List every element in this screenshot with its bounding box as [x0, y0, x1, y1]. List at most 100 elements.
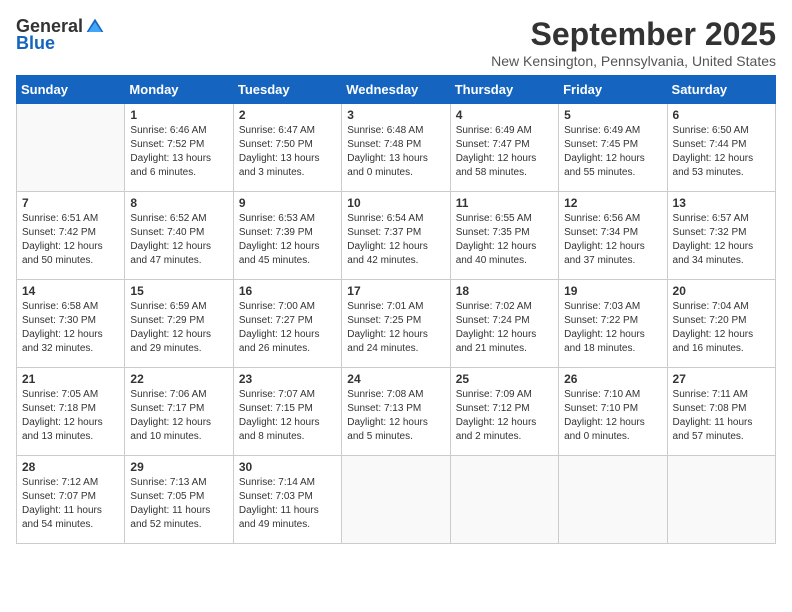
- day-number: 15: [130, 284, 227, 298]
- logo: General Blue: [16, 16, 105, 54]
- day-info: Sunrise: 6:51 AMSunset: 7:42 PMDaylight:…: [22, 212, 119, 268]
- day-number: 23: [239, 372, 336, 386]
- calendar-cell: 6 Sunrise: 6:50 AMSunset: 7:44 PMDaylight…: [667, 104, 775, 192]
- day-number: 10: [347, 196, 444, 210]
- title-area: September 2025 New Kensington, Pennsylva…: [491, 16, 776, 69]
- day-number: 13: [673, 196, 770, 210]
- day-info: Sunrise: 6:54 AMSunset: 7:37 PMDaylight:…: [347, 212, 444, 268]
- calendar-week-0: 1 Sunrise: 6:46 AMSunset: 7:52 PMDaylight…: [17, 104, 776, 192]
- day-number: 14: [22, 284, 119, 298]
- calendar-cell: 9 Sunrise: 6:53 AMSunset: 7:39 PMDaylight…: [233, 192, 341, 280]
- calendar-week-1: 7 Sunrise: 6:51 AMSunset: 7:42 PMDaylight…: [17, 192, 776, 280]
- calendar-cell: 30 Sunrise: 7:14 AMSunset: 7:03 PMDayligh…: [233, 456, 341, 544]
- day-info: Sunrise: 6:58 AMSunset: 7:30 PMDaylight:…: [22, 300, 119, 356]
- day-number: 6: [673, 108, 770, 122]
- day-number: 17: [347, 284, 444, 298]
- header-day-friday: Friday: [559, 76, 667, 104]
- day-info: Sunrise: 7:11 AMSunset: 7:08 PMDaylight:…: [673, 388, 770, 444]
- calendar-cell: 7 Sunrise: 6:51 AMSunset: 7:42 PMDaylight…: [17, 192, 125, 280]
- day-info: Sunrise: 7:09 AMSunset: 7:12 PMDaylight:…: [456, 388, 553, 444]
- calendar-week-2: 14 Sunrise: 6:58 AMSunset: 7:30 PMDayligh…: [17, 280, 776, 368]
- day-number: 30: [239, 460, 336, 474]
- calendar-cell: 28 Sunrise: 7:12 AMSunset: 7:07 PMDayligh…: [17, 456, 125, 544]
- day-number: 12: [564, 196, 661, 210]
- day-info: Sunrise: 7:13 AMSunset: 7:05 PMDaylight:…: [130, 476, 227, 532]
- calendar-cell: 1 Sunrise: 6:46 AMSunset: 7:52 PMDaylight…: [125, 104, 233, 192]
- day-number: 21: [22, 372, 119, 386]
- header-day-tuesday: Tuesday: [233, 76, 341, 104]
- logo-icon: [85, 17, 105, 37]
- calendar-cell: 8 Sunrise: 6:52 AMSunset: 7:40 PMDaylight…: [125, 192, 233, 280]
- calendar-cell: 15 Sunrise: 6:59 AMSunset: 7:29 PMDayligh…: [125, 280, 233, 368]
- header-day-monday: Monday: [125, 76, 233, 104]
- page-header: General Blue September 2025 New Kensingt…: [16, 16, 776, 69]
- day-info: Sunrise: 7:10 AMSunset: 7:10 PMDaylight:…: [564, 388, 661, 444]
- day-info: Sunrise: 7:12 AMSunset: 7:07 PMDaylight:…: [22, 476, 119, 532]
- day-info: Sunrise: 6:52 AMSunset: 7:40 PMDaylight:…: [130, 212, 227, 268]
- day-number: 3: [347, 108, 444, 122]
- day-info: Sunrise: 7:06 AMSunset: 7:17 PMDaylight:…: [130, 388, 227, 444]
- day-info: Sunrise: 7:03 AMSunset: 7:22 PMDaylight:…: [564, 300, 661, 356]
- calendar-cell: 20Sunrise: 7:04 AMSunset: 7:20 PMDayligh…: [667, 280, 775, 368]
- day-number: 22: [130, 372, 227, 386]
- header-day-thursday: Thursday: [450, 76, 558, 104]
- calendar-cell: [559, 456, 667, 544]
- calendar-cell: 12 Sunrise: 6:56 AMSunset: 7:34 PMDayligh…: [559, 192, 667, 280]
- month-title: September 2025: [491, 16, 776, 53]
- day-number: 26: [564, 372, 661, 386]
- calendar-cell: 11Sunrise: 6:55 AMSunset: 7:35 PMDayligh…: [450, 192, 558, 280]
- calendar-table: SundayMondayTuesdayWednesdayThursdayFrid…: [16, 75, 776, 544]
- day-info: Sunrise: 6:56 AMSunset: 7:34 PMDaylight:…: [564, 212, 661, 268]
- day-number: 28: [22, 460, 119, 474]
- header-day-sunday: Sunday: [17, 76, 125, 104]
- day-number: 1: [130, 108, 227, 122]
- calendar-cell: 13 Sunrise: 6:57 AMSunset: 7:32 PMDayligh…: [667, 192, 775, 280]
- day-info: Sunrise: 6:59 AMSunset: 7:29 PMDaylight:…: [130, 300, 227, 356]
- calendar-cell: 24 Sunrise: 7:08 AMSunset: 7:13 PMDayligh…: [342, 368, 450, 456]
- day-number: 7: [22, 196, 119, 210]
- location: New Kensington, Pennsylvania, United Sta…: [491, 53, 776, 69]
- day-number: 18: [456, 284, 553, 298]
- day-info: Sunrise: 7:05 AMSunset: 7:18 PMDaylight:…: [22, 388, 119, 444]
- calendar-cell: 5 Sunrise: 6:49 AMSunset: 7:45 PMDaylight…: [559, 104, 667, 192]
- day-info: Sunrise: 6:50 AMSunset: 7:44 PMDaylight:…: [673, 124, 770, 180]
- day-info: Sunrise: 7:14 AMSunset: 7:03 PMDaylight:…: [239, 476, 336, 532]
- calendar-cell: 3Sunrise: 6:48 AMSunset: 7:48 PMDaylight…: [342, 104, 450, 192]
- header-day-wednesday: Wednesday: [342, 76, 450, 104]
- calendar-cell: 22 Sunrise: 7:06 AMSunset: 7:17 PMDayligh…: [125, 368, 233, 456]
- calendar-cell: [667, 456, 775, 544]
- day-info: Sunrise: 6:49 AMSunset: 7:47 PMDaylight:…: [456, 124, 553, 180]
- calendar-cell: 19 Sunrise: 7:03 AMSunset: 7:22 PMDayligh…: [559, 280, 667, 368]
- day-number: 19: [564, 284, 661, 298]
- day-number: 27: [673, 372, 770, 386]
- day-number: 9: [239, 196, 336, 210]
- header-day-saturday: Saturday: [667, 76, 775, 104]
- day-info: Sunrise: 6:49 AMSunset: 7:45 PMDaylight:…: [564, 124, 661, 180]
- day-info: Sunrise: 6:53 AMSunset: 7:39 PMDaylight:…: [239, 212, 336, 268]
- calendar-cell: 21 Sunrise: 7:05 AMSunset: 7:18 PMDayligh…: [17, 368, 125, 456]
- day-info: Sunrise: 6:46 AMSunset: 7:52 PMDaylight:…: [130, 124, 227, 180]
- calendar-week-4: 28 Sunrise: 7:12 AMSunset: 7:07 PMDayligh…: [17, 456, 776, 544]
- day-number: 8: [130, 196, 227, 210]
- calendar-cell: 2Sunrise: 6:47 AMSunset: 7:50 PMDaylight…: [233, 104, 341, 192]
- calendar-cell: 4Sunrise: 6:49 AMSunset: 7:47 PMDaylight…: [450, 104, 558, 192]
- day-info: Sunrise: 7:08 AMSunset: 7:13 PMDaylight:…: [347, 388, 444, 444]
- day-number: 5: [564, 108, 661, 122]
- calendar-cell: 18Sunrise: 7:02 AMSunset: 7:24 PMDayligh…: [450, 280, 558, 368]
- day-info: Sunrise: 7:01 AMSunset: 7:25 PMDaylight:…: [347, 300, 444, 356]
- day-info: Sunrise: 7:04 AMSunset: 7:20 PMDaylight:…: [673, 300, 770, 356]
- calendar-header-row: SundayMondayTuesdayWednesdayThursdayFrid…: [17, 76, 776, 104]
- day-number: 16: [239, 284, 336, 298]
- day-info: Sunrise: 7:07 AMSunset: 7:15 PMDaylight:…: [239, 388, 336, 444]
- calendar-cell: 23 Sunrise: 7:07 AMSunset: 7:15 PMDayligh…: [233, 368, 341, 456]
- logo-blue: Blue: [16, 33, 55, 54]
- day-number: 25: [456, 372, 553, 386]
- calendar-cell: [17, 104, 125, 192]
- day-number: 29: [130, 460, 227, 474]
- calendar-cell: 29 Sunrise: 7:13 AMSunset: 7:05 PMDayligh…: [125, 456, 233, 544]
- day-number: 24: [347, 372, 444, 386]
- day-info: Sunrise: 6:57 AMSunset: 7:32 PMDaylight:…: [673, 212, 770, 268]
- day-info: Sunrise: 6:55 AMSunset: 7:35 PMDaylight:…: [456, 212, 553, 268]
- calendar-cell: [342, 456, 450, 544]
- day-info: Sunrise: 6:47 AMSunset: 7:50 PMDaylight:…: [239, 124, 336, 180]
